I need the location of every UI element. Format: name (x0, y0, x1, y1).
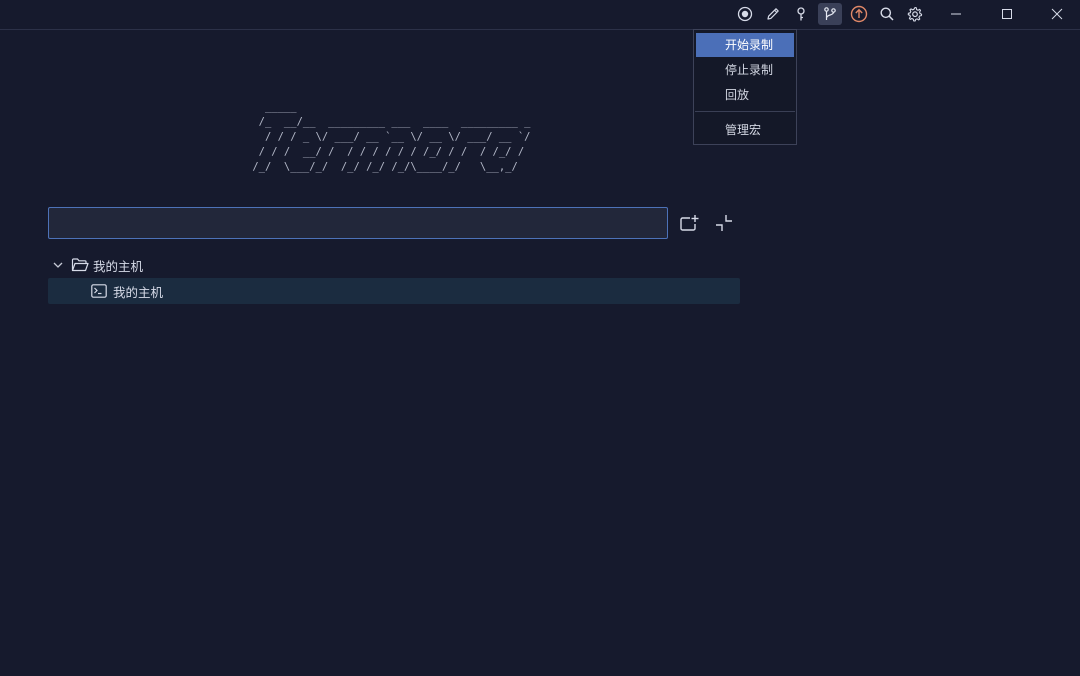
tree-host-label: 我的主机 (113, 284, 164, 300)
close-button[interactable] (1034, 0, 1080, 28)
search-input[interactable] (48, 207, 668, 239)
chevron-down-icon (53, 262, 63, 268)
maximize-icon (1002, 9, 1012, 19)
title-bar (0, 0, 1080, 30)
ascii-logo: _____ /_ __/__ _________ ___ ____ ______… (252, 101, 531, 173)
tree-group-label: 我的主机 (93, 258, 144, 274)
minimize-icon (951, 13, 961, 15)
key-icon (797, 7, 805, 21)
menu-item-stop-recording[interactable]: 停止录制 (696, 58, 794, 82)
search-button[interactable] (875, 3, 899, 25)
record-button[interactable] (733, 3, 757, 25)
record-icon (737, 6, 753, 22)
update-button[interactable] (847, 3, 871, 25)
menu-divider (695, 111, 795, 112)
settings-button[interactable] (903, 3, 927, 25)
menu-item-manage-macros[interactable]: 管理宏 (696, 118, 794, 142)
terminal-icon (91, 284, 107, 298)
menu-item-start-recording[interactable]: 开始录制 (696, 33, 794, 57)
collapse-all-button[interactable] (711, 210, 737, 236)
add-folder-icon (680, 215, 699, 231)
search-icon (880, 7, 894, 21)
macro-dropdown-menu: 开始录制 停止录制 回放 管理宏 (693, 29, 797, 145)
tree-host-item[interactable]: 我的主机 (48, 278, 740, 304)
key-button[interactable] (789, 3, 813, 25)
edit-icon (767, 8, 779, 20)
settings-icon (907, 6, 923, 22)
edit-button[interactable] (761, 3, 785, 25)
collapse-icon (716, 215, 732, 231)
branch-icon (824, 7, 836, 20)
folder-open-icon (71, 258, 89, 272)
new-group-button[interactable] (676, 210, 702, 236)
close-icon (1051, 8, 1063, 20)
app-window: _____ /_ __/__ _________ ___ ____ ______… (0, 0, 1080, 676)
maximize-button[interactable] (984, 0, 1030, 28)
minimize-button[interactable] (933, 0, 979, 28)
tree-group-my-hosts[interactable]: 我的主机 (48, 253, 740, 277)
macro-button[interactable] (818, 3, 842, 25)
menu-item-playback[interactable]: 回放 (696, 83, 794, 107)
update-icon (850, 5, 868, 23)
